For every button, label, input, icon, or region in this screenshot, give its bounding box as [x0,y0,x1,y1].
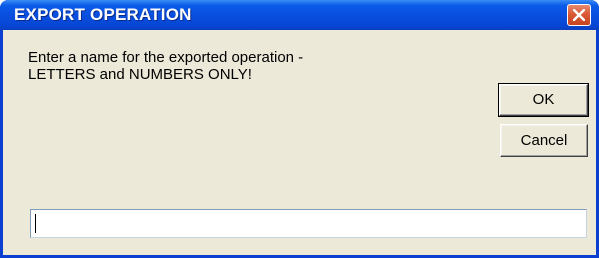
title-bar[interactable]: EXPORT OPERATION [0,0,599,30]
close-button[interactable] [567,4,591,26]
ok-button[interactable]: OK [498,83,589,117]
operation-name-input[interactable] [30,209,587,238]
close-icon [573,9,585,21]
text-caret [35,214,36,233]
window-title: EXPORT OPERATION [14,5,192,24]
cancel-button[interactable]: Cancel [500,124,588,157]
prompt-line-1: Enter a name for the exported operation … [28,49,304,66]
export-operation-dialog: EXPORT OPERATION Enter a name for the ex… [0,0,599,258]
prompt-message: Enter a name for the exported operation … [28,49,303,83]
prompt-line-2: LETTERS and NUMBERS ONLY! [28,66,252,83]
